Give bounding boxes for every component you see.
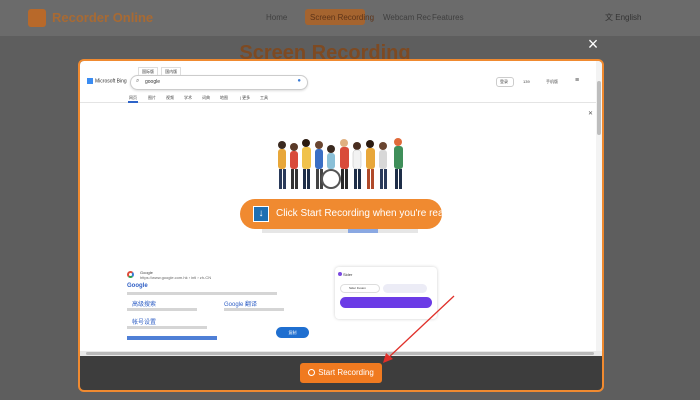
mobile-label: 手机版 (546, 79, 558, 84)
sublink-account-settings: 帐号设置 (132, 320, 157, 326)
people-illustration (278, 138, 403, 189)
search-icon: ⌕ (136, 78, 140, 84)
sider-fusion-pill: Sider Fusion (340, 284, 380, 293)
microphone-icon: ● (297, 78, 301, 84)
footer-caption-line (262, 229, 418, 233)
sider-name: Sider (343, 272, 353, 277)
nav-divider (80, 102, 602, 103)
result-url: https://www.google.com.hk › intl › zh-CN (140, 275, 212, 280)
bing-logo-text: Microsoft Bing (95, 78, 127, 85)
sublink-advanced-search: 高级搜索 (132, 302, 157, 308)
sublink-snippet (224, 308, 284, 311)
footer-caption-link (348, 229, 378, 233)
site-header: Recorder Online Home Screen Recording We… (0, 0, 700, 36)
bing-nav-images: 图片 (148, 95, 156, 100)
bing-logo-icon (87, 78, 93, 84)
close-icon: ✕ (588, 111, 594, 117)
bing-nav-dictionary: 词典 (202, 95, 210, 100)
start-recording-label: Start Recording (318, 368, 374, 377)
crowd-figures (278, 138, 403, 189)
nav-active-indicator (128, 101, 138, 103)
search-query: google (145, 79, 161, 85)
nav-home[interactable]: Home (266, 13, 287, 22)
result-snippet-line (127, 292, 277, 295)
sider-action-button (340, 297, 432, 308)
bing-nav-videos: 视频 (166, 95, 174, 100)
translate-icon: 文 (605, 13, 616, 22)
bing-nav-more: | 更多 (240, 95, 251, 100)
close-modal-button[interactable]: × (585, 35, 601, 53)
site-logo-icon (28, 9, 46, 27)
horizontal-scroll-thumb (86, 352, 594, 355)
sublink-snippet (127, 326, 207, 329)
site-brand: Recorder Online (52, 10, 154, 25)
screen-preview: 国际版 国内版 Microsoft Bing ⌕ google ● 登录 139… (80, 61, 602, 356)
copy-button: 复制 (276, 327, 309, 338)
vertical-scroll-thumb (597, 81, 601, 135)
menu-icon: ≡ (575, 77, 580, 84)
sublink-translate: Google 翻译 (224, 302, 258, 308)
recording-modal: 国际版 国内版 Microsoft Bing ⌕ google ● 登录 139… (78, 59, 604, 392)
nav-screen-recording[interactable]: Screen Recording (310, 13, 374, 22)
rewards-count: 139 (523, 79, 530, 84)
bing-search-box: ⌕ google ● (130, 75, 308, 90)
result-title: Google (127, 283, 148, 289)
instruction-banner: ↓ Click Start Recording when you're read… (240, 199, 454, 229)
login-label: 登录 (500, 79, 508, 84)
language-label: English (615, 13, 642, 22)
start-recording-button[interactable]: Start Recording (300, 363, 382, 383)
nav-webcam[interactable]: Webcam Rec (383, 13, 431, 22)
bing-nav-tools: 工具 (260, 95, 268, 100)
result-footer-link (127, 336, 217, 340)
sublink-snippet (127, 308, 197, 311)
sider-model-pill (383, 284, 427, 293)
sider-logo-icon (338, 272, 342, 276)
sider-card: Sider Sider Fusion (335, 267, 437, 319)
bing-nav-academic: 学术 (184, 95, 192, 100)
language-selector[interactable]: 文 English (605, 12, 641, 23)
google-logo-icon (127, 271, 134, 278)
instruction-text: Click Start Recording when you're ready (276, 208, 455, 219)
record-icon (308, 369, 316, 376)
download-arrow-icon: ↓ (253, 206, 269, 222)
nav-features[interactable]: Features (432, 13, 464, 22)
bing-nav-maps: 地图 (220, 95, 228, 100)
bing-logo: Microsoft Bing (87, 78, 127, 84)
